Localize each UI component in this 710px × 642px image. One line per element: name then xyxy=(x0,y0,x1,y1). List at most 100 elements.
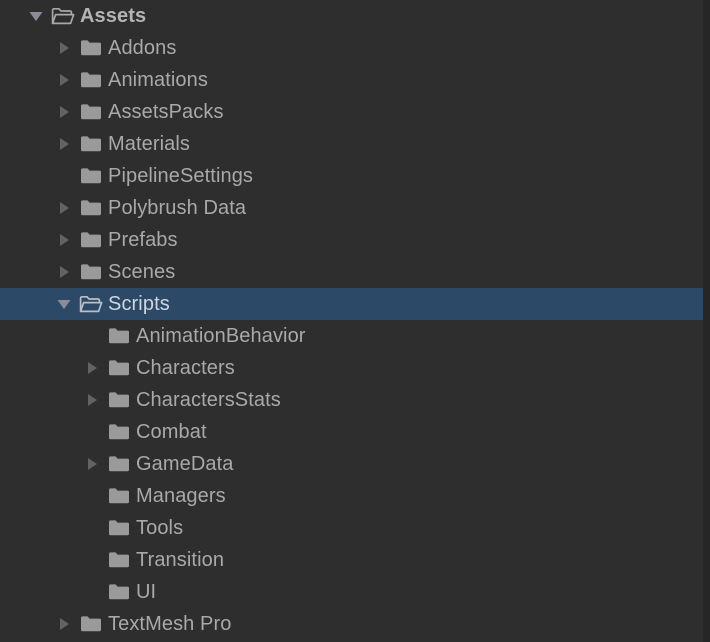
folder-closed-icon xyxy=(106,352,132,384)
tree-row-managers[interactable]: Managers xyxy=(0,480,710,512)
tree-row-gamedata[interactable]: GameData xyxy=(0,448,710,480)
tree-row-transition[interactable]: Transition xyxy=(0,544,710,576)
chevron-right-icon[interactable] xyxy=(50,64,78,96)
tree-row-scripts[interactable]: Scripts xyxy=(0,288,710,320)
tree-row-textmesh-pro[interactable]: TextMesh Pro xyxy=(0,608,710,640)
folder-closed-icon xyxy=(78,192,104,224)
folder-closed-icon xyxy=(78,64,104,96)
tree-row-animationbehavior[interactable]: AnimationBehavior xyxy=(0,320,710,352)
folder-closed-icon xyxy=(78,160,104,192)
folder-closed-icon xyxy=(78,224,104,256)
chevron-placeholder xyxy=(78,416,106,448)
tree-row-label: Polybrush Data xyxy=(108,197,247,219)
tree-row-combat[interactable]: Combat xyxy=(0,416,710,448)
folder-closed-icon xyxy=(78,608,104,640)
tree-row-label: GameData xyxy=(136,453,234,475)
tree-row-label: Characters xyxy=(136,357,235,379)
folder-closed-icon xyxy=(106,320,132,352)
tree-row-label: Animations xyxy=(108,69,208,91)
chevron-placeholder xyxy=(78,320,106,352)
tree-row-label: Assets xyxy=(80,5,147,27)
tree-row-label: Prefabs xyxy=(108,229,178,251)
folder-open-icon xyxy=(78,288,104,320)
chevron-down-icon[interactable] xyxy=(22,0,50,32)
chevron-right-icon[interactable] xyxy=(50,96,78,128)
chevron-right-icon[interactable] xyxy=(50,32,78,64)
folder-closed-icon xyxy=(106,448,132,480)
folder-closed-icon xyxy=(106,384,132,416)
chevron-right-icon[interactable] xyxy=(50,224,78,256)
tree-row-label: AssetsPacks xyxy=(108,101,224,123)
tree-row-assetspacks[interactable]: AssetsPacks xyxy=(0,96,710,128)
folder-closed-icon xyxy=(106,512,132,544)
chevron-right-icon[interactable] xyxy=(50,256,78,288)
tree-row-label: PipelineSettings xyxy=(108,165,254,187)
chevron-placeholder xyxy=(78,576,106,608)
folder-closed-icon xyxy=(78,96,104,128)
tree-row-tools[interactable]: Tools xyxy=(0,512,710,544)
folder-open-icon xyxy=(50,0,76,32)
tree-row-ui[interactable]: UI xyxy=(0,576,710,608)
chevron-right-icon[interactable] xyxy=(50,192,78,224)
tree-row-charactersstats[interactable]: CharactersStats xyxy=(0,384,710,416)
chevron-right-icon[interactable] xyxy=(78,384,106,416)
tree-row-pipelinesettings[interactable]: PipelineSettings xyxy=(0,160,710,192)
tree-row-animations[interactable]: Animations xyxy=(0,64,710,96)
tree-row-label: Scenes xyxy=(108,261,176,283)
tree-row-label: TextMesh Pro xyxy=(108,613,232,635)
chevron-placeholder xyxy=(78,480,106,512)
tree-row-addons[interactable]: Addons xyxy=(0,32,710,64)
folder-closed-icon xyxy=(78,256,104,288)
chevron-right-icon[interactable] xyxy=(78,448,106,480)
folder-closed-icon xyxy=(106,576,132,608)
chevron-right-icon[interactable] xyxy=(50,128,78,160)
tree-row-label: UI xyxy=(136,581,157,603)
folder-closed-icon xyxy=(106,544,132,576)
tree-row-label: Combat xyxy=(136,421,207,443)
tree-row-materials[interactable]: Materials xyxy=(0,128,710,160)
folder-closed-icon xyxy=(78,128,104,160)
chevron-right-icon[interactable] xyxy=(78,352,106,384)
folder-closed-icon xyxy=(106,416,132,448)
chevron-down-icon[interactable] xyxy=(50,288,78,320)
project-folder-tree-panel: Assets Addons Animations AssetsPacks Materia… xyxy=(0,0,710,642)
tree-row-scenes[interactable]: Scenes xyxy=(0,256,710,288)
chevron-placeholder xyxy=(78,544,106,576)
tree-row-prefabs[interactable]: Prefabs xyxy=(0,224,710,256)
tree-row-label: Materials xyxy=(108,133,191,155)
tree-row-characters[interactable]: Characters xyxy=(0,352,710,384)
tree-row-label: Scripts xyxy=(108,293,170,315)
chevron-placeholder xyxy=(78,512,106,544)
tree-row-label: Transition xyxy=(136,549,225,571)
tree-row-label: AnimationBehavior xyxy=(136,325,306,347)
tree-row-polybrush-data[interactable]: Polybrush Data xyxy=(0,192,710,224)
chevron-placeholder xyxy=(50,160,78,192)
tree-row-label: Addons xyxy=(108,37,177,59)
tree-row-label: Managers xyxy=(136,485,226,507)
folder-tree-list: Assets Addons Animations AssetsPacks Materia… xyxy=(0,0,710,640)
tree-row-assets[interactable]: Assets xyxy=(0,0,710,32)
folder-closed-icon xyxy=(78,32,104,64)
folder-closed-icon xyxy=(106,480,132,512)
tree-row-label: Tools xyxy=(136,517,184,539)
chevron-right-icon[interactable] xyxy=(50,608,78,640)
